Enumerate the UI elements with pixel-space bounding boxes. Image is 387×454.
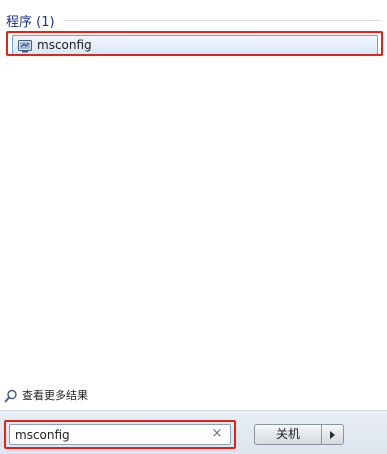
shutdown-options-button[interactable] [321, 424, 344, 445]
shutdown-button[interactable]: 关机 [254, 424, 321, 445]
system-configuration-icon [18, 38, 32, 53]
section-header-programs: 程序 (1) [6, 11, 380, 30]
clear-search-button[interactable]: × [210, 426, 224, 442]
result-item-msconfig[interactable]: msconfig [12, 35, 378, 55]
section-title: 程序 (1) [6, 14, 55, 30]
search-input[interactable] [15, 427, 205, 442]
search-icon [4, 388, 18, 403]
see-more-results-link[interactable]: 查看更多结果 [4, 387, 88, 403]
section-divider [62, 19, 380, 21]
search-box[interactable]: × [9, 424, 231, 445]
result-item-label: msconfig [37, 38, 92, 52]
see-more-label: 查看更多结果 [22, 389, 88, 402]
search-results-panel: 程序 (1) msconfig 查看更多结果 [0, 0, 387, 410]
shutdown-control: 关机 [254, 424, 344, 445]
chevron-right-icon [330, 431, 335, 439]
